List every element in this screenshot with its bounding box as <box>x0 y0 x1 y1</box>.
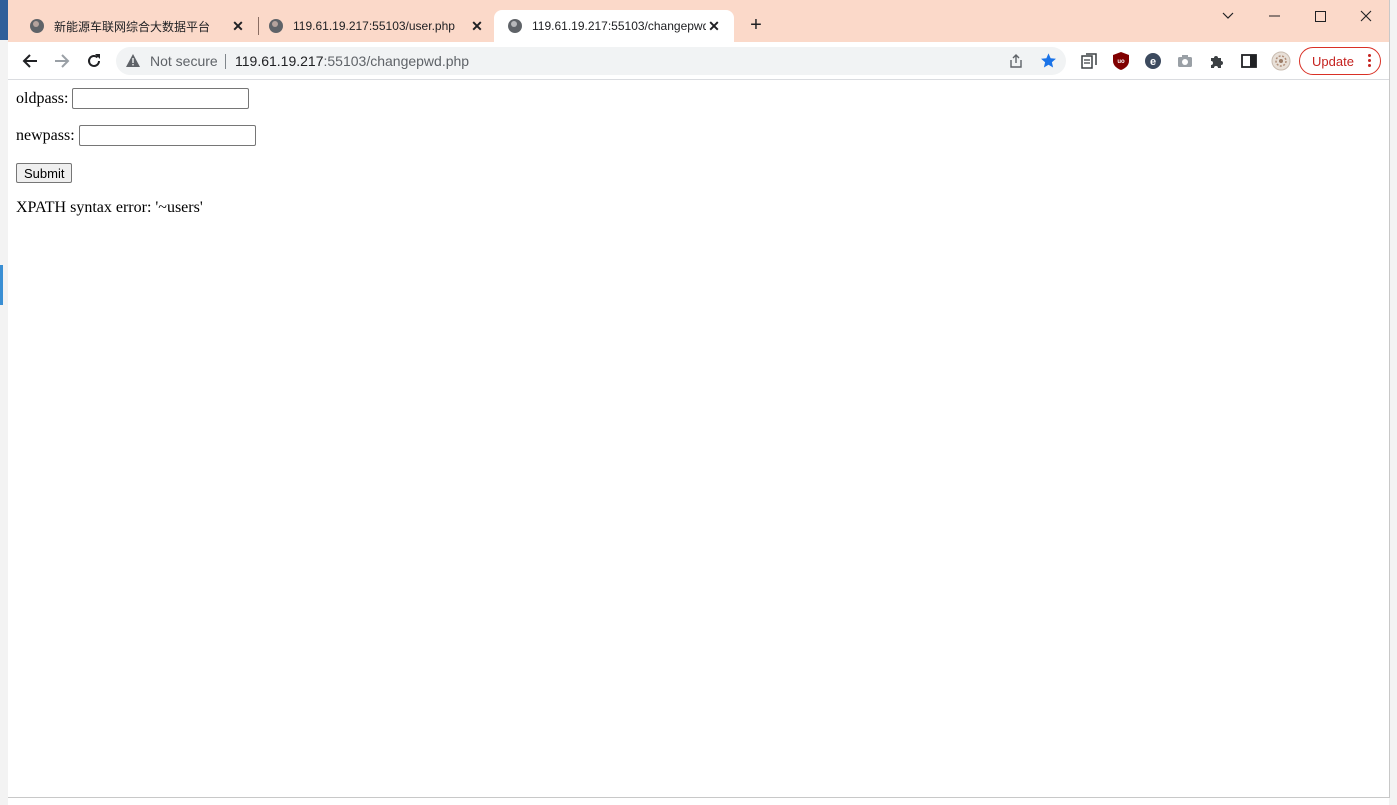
reading-list-icon[interactable] <box>1080 52 1098 70</box>
profile-avatar-icon[interactable] <box>1271 51 1291 71</box>
puzzle-icon[interactable] <box>1208 52 1226 70</box>
url-host: 119.61.19.217 <box>235 53 324 69</box>
tab-title: 119.61.19.217:55103/user.php <box>293 19 455 33</box>
svg-text:uo: uo <box>1117 59 1125 65</box>
maximize-icon[interactable] <box>1297 5 1343 27</box>
oldpass-input[interactable] <box>72 88 250 109</box>
tab-changepwd-php[interactable]: 119.61.19.217:55103/changepwd.php ✕ <box>494 10 734 42</box>
share-icon[interactable] <box>1008 53 1024 74</box>
newpass-row: newpass: <box>16 125 256 146</box>
extension-e-icon[interactable]: e <box>1144 52 1162 70</box>
close-icon[interactable]: ✕ <box>230 18 246 35</box>
oldpass-row: oldpass: <box>16 88 250 109</box>
submit-button[interactable]: Submit <box>16 163 73 183</box>
browser-toolbar: Not secure 119.61.19.217:55103/changepwd… <box>8 42 1389 80</box>
tab-platform[interactable]: 新能源车联网综合大数据平台 ✕ <box>16 10 258 42</box>
globe-icon <box>30 19 44 33</box>
oldpass-label: oldpass: <box>16 89 69 107</box>
newpass-label: newpass: <box>16 126 75 144</box>
chevron-down-icon[interactable] <box>1205 5 1251 27</box>
forward-arrow-icon[interactable] <box>51 50 73 72</box>
address-bar[interactable]: Not secure 119.61.19.217:55103/changepwd… <box>116 47 1066 75</box>
side-panel-icon[interactable] <box>1240 52 1258 70</box>
camera-icon[interactable] <box>1176 52 1194 70</box>
page-content: oldpass: newpass: Submit XPATH syntax er… <box>8 81 1389 797</box>
update-label: Update <box>1312 53 1354 69</box>
window-close-icon[interactable] <box>1343 5 1389 27</box>
close-icon[interactable]: ✕ <box>469 18 485 35</box>
desktop-background-left <box>0 0 8 805</box>
star-icon[interactable] <box>1040 52 1057 74</box>
tab-strip: 新能源车联网综合大数据平台 ✕ 119.61.19.217:55103/user… <box>8 0 1389 42</box>
reload-icon[interactable] <box>83 50 105 72</box>
desktop-taskbar-fragment <box>0 0 8 40</box>
url-path: :55103/changepwd.php <box>323 53 470 69</box>
tab-title: 新能源车联网综合大数据平台 <box>54 19 211 34</box>
warning-icon[interactable] <box>126 54 140 72</box>
browser-window: 新能源车联网综合大数据平台 ✕ 119.61.19.217:55103/user… <box>8 0 1390 798</box>
error-message: XPATH syntax error: '~users' <box>16 199 203 216</box>
desktop-background-right <box>1389 0 1397 805</box>
tab-title: 119.61.19.217:55103/changepwd.php <box>532 19 706 33</box>
url-text[interactable]: 119.61.19.217:55103/changepwd.php <box>235 53 469 69</box>
back-arrow-icon[interactable] <box>19 50 41 72</box>
update-button[interactable]: Update <box>1299 47 1381 75</box>
minimize-icon[interactable] <box>1251 5 1297 27</box>
security-label[interactable]: Not secure <box>150 53 218 69</box>
tab-user-php[interactable]: 119.61.19.217:55103/user.php ✕ <box>255 10 497 42</box>
svg-text:e: e <box>1150 56 1156 68</box>
plus-icon[interactable]: + <box>745 14 767 36</box>
close-icon[interactable]: ✕ <box>706 18 722 35</box>
address-divider <box>225 54 226 69</box>
globe-icon <box>269 19 283 33</box>
globe-icon <box>508 19 522 33</box>
newpass-input[interactable] <box>78 125 256 146</box>
more-vert-icon[interactable] <box>1368 54 1371 69</box>
ublock-icon[interactable]: uo <box>1112 52 1130 70</box>
desktop-window-fragment <box>0 265 3 305</box>
